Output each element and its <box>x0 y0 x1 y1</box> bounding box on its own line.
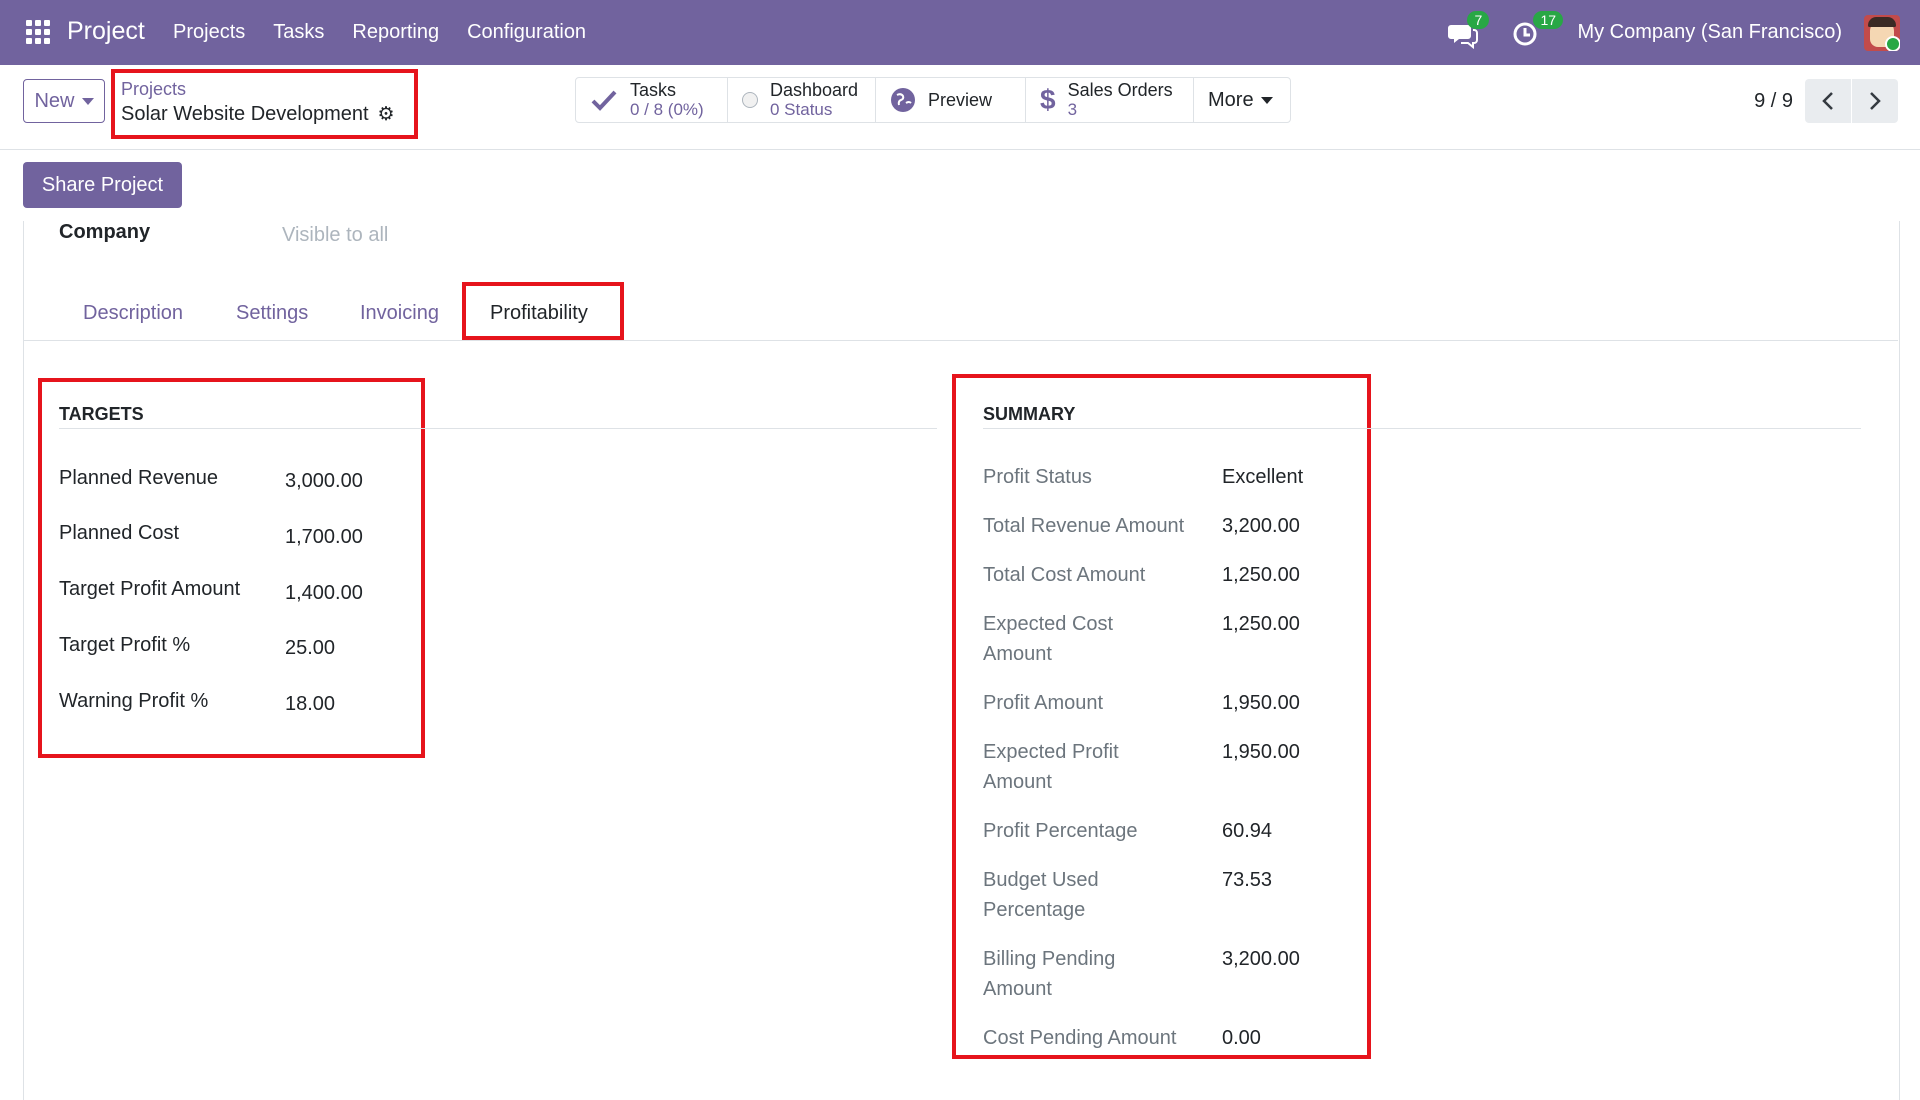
preview-stat-title: Preview <box>928 89 993 110</box>
sales-orders-stat-title: Sales Orders <box>1067 80 1173 100</box>
tasks-stat-button[interactable]: Tasks 0 / 8 (0%) <box>576 78 728 122</box>
planned-revenue-label: Planned Revenue <box>59 467 219 489</box>
dashboard-stat-title: Dashboard <box>770 80 859 100</box>
target-profit-amount-value[interactable]: 1,400.00 <box>285 582 363 605</box>
expected-profit-amount-value: 1,950.00 <box>1222 741 1300 763</box>
smart-buttons: Tasks 0 / 8 (0%) Dashboard 0 Status Prev… <box>575 77 1291 123</box>
planned-revenue-value[interactable]: 3,000.00 <box>285 470 363 493</box>
menu-item-tasks[interactable]: Tasks <box>273 21 324 44</box>
main-menu: Projects Tasks Reporting Configuration <box>173 21 586 44</box>
messages-button[interactable]: 7 <box>1445 10 1490 53</box>
target-profit-percent-value[interactable]: 25.00 <box>285 637 335 660</box>
globe-icon <box>891 88 915 112</box>
expected-profit-amount-label: Expected Profit Amount <box>983 741 1119 793</box>
summary-divider <box>983 428 1861 429</box>
activities-badge: 17 <box>1533 10 1564 29</box>
user-avatar[interactable] <box>1864 14 1900 51</box>
preview-stat-button[interactable]: Preview <box>876 78 1026 122</box>
planned-cost-label: Planned Cost <box>59 522 180 544</box>
breadcrumb: Projects Solar Website Development ⚙ <box>111 69 418 139</box>
record-title: Solar Website Development <box>121 103 369 125</box>
budget-used-percentage-label: Budget Used Percentage <box>983 869 1099 921</box>
gear-icon[interactable]: ⚙ <box>378 103 395 126</box>
active-tab-highlight <box>462 282 624 340</box>
target-profit-percent-label: Target Profit % <box>59 634 191 656</box>
breadcrumb-parent-link[interactable]: Projects <box>121 79 414 100</box>
avatar-hair <box>1868 16 1896 27</box>
tab-invoicing[interactable]: Invoicing <box>360 302 439 325</box>
more-button-label: More <box>1208 88 1254 111</box>
profit-amount-value: 1,950.00 <box>1222 692 1300 714</box>
profit-status-label: Profit Status <box>983 466 1092 488</box>
targets-divider <box>59 428 937 429</box>
apps-grid-icon[interactable] <box>26 20 50 44</box>
dashboard-stat-button[interactable]: Dashboard 0 Status <box>728 78 876 122</box>
tab-description[interactable]: Description <box>83 302 183 325</box>
budget-used-percentage-value: 73.53 <box>1222 869 1273 891</box>
sales-orders-stat-value: 3 <box>1067 100 1078 119</box>
control-panel: New Projects Solar Website Development ⚙… <box>0 65 1920 150</box>
targets-title: TARGETS <box>59 404 144 424</box>
chevron-left-icon <box>1822 92 1833 110</box>
new-button[interactable]: New <box>23 79 105 123</box>
activities-button[interactable]: 17 <box>1511 10 1564 53</box>
planned-cost-value[interactable]: 1,700.00 <box>285 526 363 549</box>
app-brand[interactable]: Project <box>67 17 145 46</box>
total-cost-amount-value: 1,250.00 <box>1222 564 1300 586</box>
profit-percentage-label: Profit Percentage <box>983 820 1138 842</box>
total-revenue-amount-label: Total Revenue Amount <box>983 515 1185 537</box>
summary-title: SUMMARY <box>983 404 1076 424</box>
share-project-button[interactable]: Share Project <box>23 162 182 208</box>
navbar-systray: 7 17 My Company (San Francisco) <box>1445 0 1920 65</box>
billing-pending-amount-value: 3,200.00 <box>1222 948 1300 970</box>
company-field-input[interactable]: Visible to all <box>282 224 388 247</box>
profit-amount-label: Profit Amount <box>983 692 1104 714</box>
warning-profit-percent-value[interactable]: 18.00 <box>285 693 335 716</box>
record-pager: 9 / 9 <box>1754 79 1898 123</box>
chevron-right-icon <box>1870 92 1881 110</box>
dashboard-stat-value: 0 Status <box>770 100 833 119</box>
top-navbar: Project Projects Tasks Reporting Configu… <box>0 0 1920 65</box>
total-revenue-amount-value: 3,200.00 <box>1222 515 1300 537</box>
more-button[interactable]: More <box>1194 78 1290 122</box>
tasks-stat-value: 0 / 8 (0%) <box>630 100 704 119</box>
warning-profit-percent-label: Warning Profit % <box>59 690 209 712</box>
status-circle-icon <box>742 92 758 108</box>
caret-down-icon <box>1260 96 1273 104</box>
profit-percentage-value: 60.94 <box>1222 820 1273 842</box>
pager-value[interactable]: 9 / 9 <box>1754 90 1793 113</box>
target-profit-amount-label: Target Profit Amount <box>59 578 241 600</box>
company-field-label: Company <box>59 221 151 243</box>
cost-pending-amount-label: Cost Pending Amount <box>983 1027 1177 1049</box>
caret-down-icon <box>81 97 94 105</box>
total-cost-amount-label: Total Cost Amount <box>983 564 1146 586</box>
expected-cost-amount-label: Expected Cost Amount <box>983 613 1114 665</box>
pager-previous-button[interactable] <box>1805 79 1851 123</box>
menu-item-reporting[interactable]: Reporting <box>352 21 439 44</box>
tasks-stat-title: Tasks <box>630 80 677 100</box>
expected-cost-amount-value: 1,250.00 <box>1222 613 1300 635</box>
cost-pending-amount-value: 0.00 <box>1222 1027 1261 1049</box>
menu-item-projects[interactable]: Projects <box>173 21 245 44</box>
profit-status-value: Excellent <box>1222 466 1304 488</box>
pager-next-button[interactable] <box>1852 79 1898 123</box>
tab-settings[interactable]: Settings <box>236 302 308 325</box>
menu-item-configuration[interactable]: Configuration <box>467 21 586 44</box>
dollar-icon: $ <box>1040 84 1056 115</box>
breadcrumb-current: Solar Website Development ⚙ <box>121 103 414 126</box>
notebook-tabs: Description Settings Invoicing Profitabi… <box>23 282 1898 341</box>
online-status-dot <box>1885 35 1900 51</box>
check-icon <box>591 90 617 111</box>
messages-badge: 7 <box>1467 10 1490 29</box>
new-button-label: New <box>34 89 75 112</box>
billing-pending-amount-label: Billing Pending Amount <box>983 948 1116 1000</box>
company-switcher[interactable]: My Company (San Francisco) <box>1577 21 1842 44</box>
sales-orders-stat-button[interactable]: $ Sales Orders 3 <box>1026 78 1194 122</box>
